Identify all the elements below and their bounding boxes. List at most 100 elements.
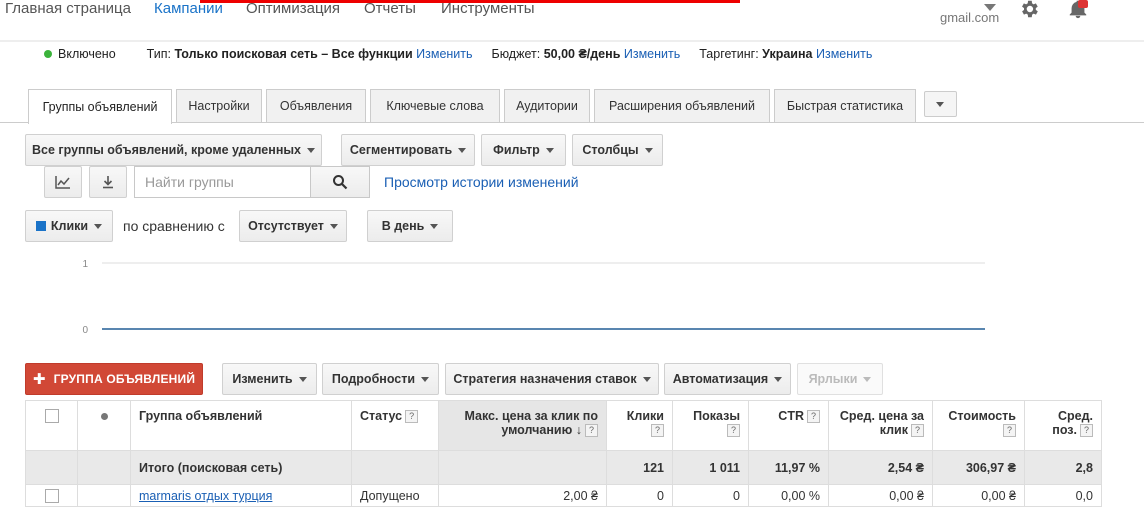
header-max-cpc[interactable]: Макс. цена за клик по умолчанию ↓? — [438, 400, 607, 451]
filter-label: Фильтр — [493, 143, 540, 157]
row-impressions: 0 — [672, 484, 749, 507]
chevron-down-icon — [644, 147, 653, 153]
page-divider — [0, 40, 1144, 42]
help-icon[interactable]: ? — [1003, 424, 1016, 438]
table-row: marmaris отдых турция Допущено 2,00 ₴ 0 … — [25, 484, 1102, 507]
row-status: Допущено — [351, 484, 439, 507]
filter-dropdown[interactable]: Фильтр — [481, 134, 566, 166]
tab-settings[interactable]: Настройки — [176, 89, 262, 122]
sort-down-icon: ↓ — [572, 423, 582, 437]
chart-toggle-button[interactable] — [44, 166, 82, 198]
top-navigation: Главная страница Кампании Оптимизация От… — [0, 0, 1144, 40]
status-dot-icon — [100, 413, 108, 420]
header-ctr-label: CTR — [778, 409, 804, 423]
chevron-down-icon — [298, 376, 307, 382]
more-tabs-button[interactable] — [924, 91, 957, 117]
metric-label: Клики — [50, 219, 89, 233]
table-header-row: Группа объявлений Статус? Макс. цена за … — [25, 400, 1102, 451]
targeting-edit-link[interactable]: Изменить — [816, 47, 872, 61]
header-status[interactable]: Статус? — [351, 400, 439, 451]
row-max-cpc[interactable]: 2,00 ₴ — [438, 484, 607, 507]
gear-icon[interactable] — [1016, 0, 1042, 20]
chevron-down-icon — [421, 376, 430, 382]
metric-dropdown[interactable]: Клики — [25, 210, 113, 242]
chevron-down-icon — [774, 376, 783, 382]
chevron-down-icon — [458, 147, 467, 153]
edit-dropdown[interactable]: Изменить — [222, 363, 317, 395]
tab-audiences[interactable]: Аудитории — [504, 89, 590, 122]
help-icon[interactable]: ? — [405, 410, 419, 424]
type-edit-link[interactable]: Изменить — [416, 47, 472, 61]
header-impressions[interactable]: Показы? — [672, 400, 749, 451]
total-cost: 306,97 ₴ — [932, 450, 1025, 485]
row-checkbox-cell[interactable] — [25, 484, 78, 507]
header-avg-cpc[interactable]: Сред. цена за клик? — [828, 400, 933, 451]
search-input[interactable]: Найти группы — [134, 166, 310, 198]
type-value: Только поисковая сеть – Все функции — [174, 47, 413, 61]
enabled-status-dot-icon — [44, 50, 52, 58]
details-dropdown[interactable]: Подробности — [322, 363, 439, 395]
compare-dropdown[interactable]: Отсутствует — [239, 210, 347, 242]
row-avg-cpc: 0,00 ₴ — [828, 484, 933, 507]
compare-value: Отсутствует — [248, 219, 324, 233]
loading-bar — [200, 0, 740, 3]
add-ad-group-button[interactable]: ✚ ГРУППА ОБЪЯВЛЕНИЙ — [25, 363, 203, 395]
labels-label: Ярлыки — [808, 372, 858, 386]
budget-edit-link[interactable]: Изменить — [624, 47, 680, 61]
search-button[interactable] — [310, 166, 370, 198]
header-ad-group[interactable]: Группа объявлений — [130, 400, 352, 451]
header-cost[interactable]: Стоимость? — [932, 400, 1025, 451]
bid-strategy-dropdown[interactable]: Стратегия назначения ставок — [445, 363, 659, 395]
columns-dropdown[interactable]: Столбцы — [572, 134, 663, 166]
edit-label: Изменить — [232, 372, 293, 386]
tab-ad-groups[interactable]: Группы объявлений — [28, 89, 172, 124]
header-avg-pos[interactable]: Сред. поз.? — [1024, 400, 1102, 451]
automation-dropdown[interactable]: Автоматизация — [664, 363, 791, 395]
help-icon[interactable]: ? — [1080, 424, 1093, 438]
row-ad-group-name: marmaris отдых турция — [130, 484, 352, 507]
ad-groups-table: Группа объявлений Статус? Макс. цена за … — [25, 400, 1102, 507]
help-icon[interactable]: ? — [585, 424, 598, 438]
total-label: Итого (поисковая сеть) — [130, 450, 352, 485]
scope-label: Все группы объявлений, кроме удаленных — [31, 143, 301, 157]
account-email[interactable]: gmail.com — [940, 10, 999, 25]
campaign-state[interactable]: Включено — [58, 47, 116, 61]
tab-ad-extensions[interactable]: Расширения объявлений — [594, 89, 770, 122]
chevron-down-icon — [863, 376, 872, 382]
total-avg-cpc: 2,54 ₴ — [828, 450, 933, 485]
row-clicks: 0 — [606, 484, 673, 507]
select-all-checkbox-cell[interactable] — [25, 400, 78, 451]
change-history-link[interactable]: Просмотр истории изменений — [384, 174, 579, 190]
total-avg-pos: 2,8 — [1024, 450, 1102, 485]
total-empty-cell — [25, 450, 78, 485]
download-button[interactable] — [89, 166, 127, 198]
tab-ads[interactable]: Объявления — [266, 89, 366, 122]
plus-icon: ✚ — [32, 371, 46, 388]
chevron-down-icon — [936, 102, 944, 107]
bid-strategy-label: Стратегия назначения ставок — [453, 372, 637, 386]
nav-home[interactable]: Главная страница — [5, 0, 131, 17]
account-dropdown-icon[interactable] — [984, 4, 996, 11]
ad-group-scope-dropdown[interactable]: Все группы объявлений, кроме удаленных — [25, 134, 322, 166]
header-clicks[interactable]: Клики? — [606, 400, 673, 451]
y-tick-label: 0 — [82, 325, 88, 336]
help-icon[interactable]: ? — [651, 424, 664, 438]
header-ctr[interactable]: CTR? — [748, 400, 829, 451]
row-status-dot-cell — [77, 484, 131, 507]
campaign-status-line: Включено Тип: Только поисковая сеть – Вс… — [44, 47, 872, 61]
help-icon[interactable]: ? — [727, 424, 740, 438]
help-icon[interactable]: ? — [911, 424, 924, 438]
period-label: В день — [381, 219, 425, 233]
total-clicks: 121 — [606, 450, 673, 485]
budget-value: 50,00 ₴/день — [543, 47, 621, 61]
segment-dropdown[interactable]: Сегментировать — [341, 134, 475, 166]
period-dropdown[interactable]: В день — [367, 210, 453, 242]
tab-keywords[interactable]: Ключевые слова — [370, 89, 500, 122]
chevron-down-icon — [642, 376, 651, 382]
help-icon[interactable]: ? — [807, 410, 820, 424]
total-ctr: 11,97 % — [748, 450, 829, 485]
details-label: Подробности — [331, 372, 416, 386]
tab-quick-stats[interactable]: Быстрая статистика — [774, 89, 916, 122]
select-all-checkbox[interactable] — [44, 409, 59, 423]
compare-label: по сравнению с — [123, 218, 225, 234]
